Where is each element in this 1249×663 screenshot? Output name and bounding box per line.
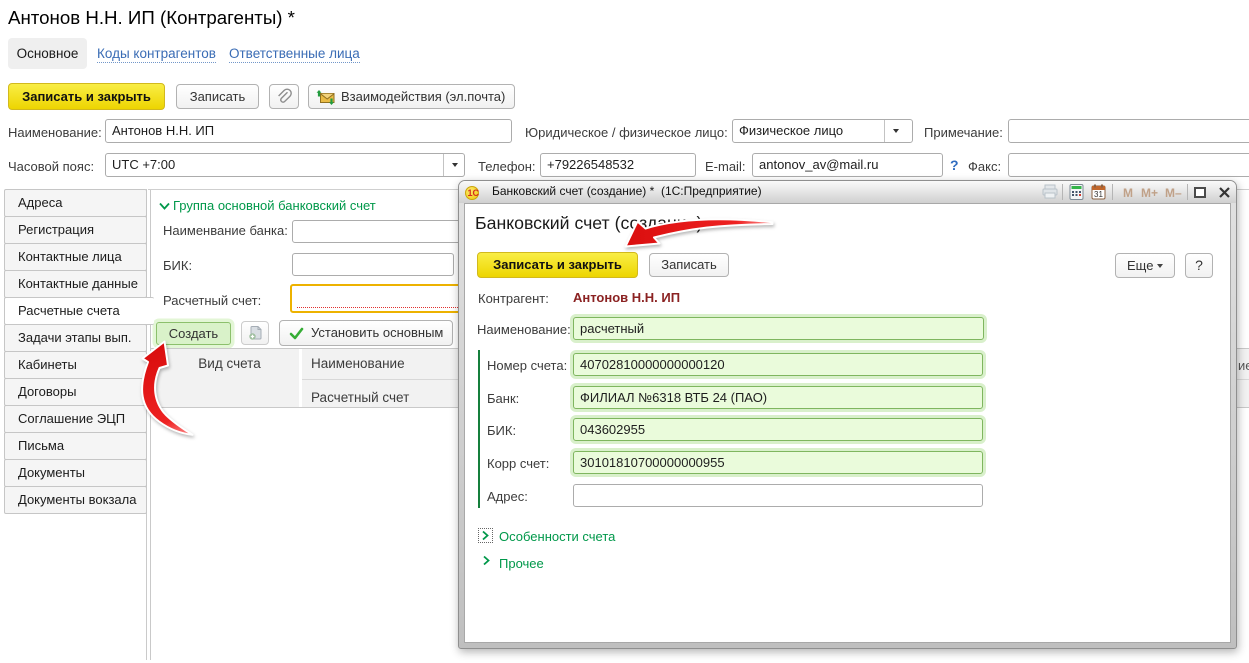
svg-text:31: 31	[1094, 190, 1103, 199]
